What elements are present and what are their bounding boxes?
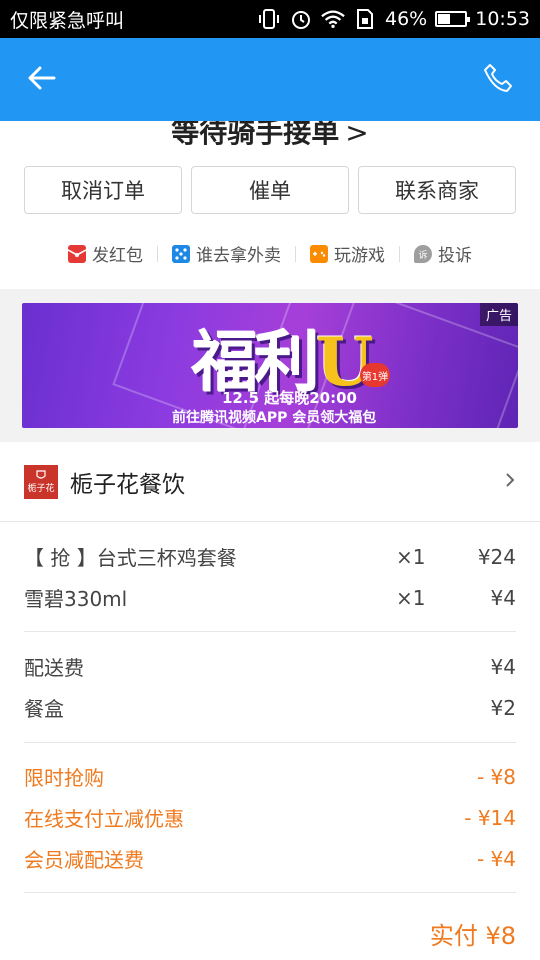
send-red-envelope-action[interactable]: 发红包: [54, 241, 157, 266]
order-detail-card: 栀子花 栀子花餐饮 【 抢 】台式三杯鸡套餐 ×1 ¥24 雪碧330ml ×1…: [0, 442, 540, 960]
discount-name: 限时抢购: [24, 766, 104, 790]
ad-tag: 广告: [479, 303, 518, 326]
chevron-right-icon: [504, 470, 516, 494]
complaint-icon: 诉: [414, 244, 432, 263]
discount-name: 会员减配送费: [24, 848, 144, 872]
fee-name: 配送费: [24, 656, 84, 680]
carrier-text: 仅限紧急呼叫: [10, 9, 125, 32]
ad-episode-badge: 第1弹: [360, 363, 390, 387]
vibrate-icon: [257, 7, 281, 31]
divider: [24, 892, 516, 893]
ad-subtitle: 前往腾讯视频APP 会员领大福包: [172, 410, 377, 426]
action-label: 谁去拿外卖: [196, 246, 281, 266]
action-label: 发红包: [92, 246, 143, 266]
total-paid: 实付 ¥8: [429, 922, 516, 950]
divider: [24, 631, 516, 632]
list-item: 会员减配送费 - ¥4: [24, 838, 516, 879]
ad-date: 12.5 起每晚20:00: [222, 389, 357, 407]
item-qty: ×1: [396, 544, 426, 569]
contact-merchant-button[interactable]: 联系商家: [358, 166, 516, 214]
cancel-order-button[interactable]: 取消订单: [24, 166, 182, 214]
discount-price: - ¥8: [476, 764, 516, 789]
svg-text:诉: 诉: [418, 249, 427, 261]
item-list: 【 抢 】台式三杯鸡套餐 ×1 ¥24 雪碧330ml ×1 ¥4: [24, 536, 516, 618]
wifi-icon: [321, 7, 345, 31]
discount-name: 在线支付立减优惠: [24, 807, 184, 831]
phone-icon[interactable]: [482, 62, 514, 94]
sim-icon: [353, 7, 377, 31]
red-envelope-icon: [67, 244, 87, 263]
order-status-title[interactable]: 等待骑手接单 >: [0, 121, 540, 151]
divider: [24, 742, 516, 743]
item-qty: ×1: [396, 585, 426, 610]
action-label: 投诉: [438, 246, 472, 266]
complaint-action[interactable]: 诉 投诉: [400, 241, 486, 266]
discount-price: - ¥4: [476, 846, 516, 871]
urge-order-button[interactable]: 催单: [191, 166, 349, 214]
ad-banner[interactable]: 广告 福利U 第1弹 12.5 起每晚20:00 前往腾讯视频APP 会员领大福…: [22, 303, 518, 428]
fee-name: 餐盒: [24, 697, 64, 721]
shop-logo-text: 栀子花: [27, 484, 55, 494]
action-label: 玩游戏: [334, 246, 385, 266]
dice-icon: [172, 244, 190, 263]
list-item: 在线支付立减优惠 - ¥14: [24, 797, 516, 838]
battery-icon: [435, 11, 471, 27]
order-status-card: 等待骑手接单 > 取消订单 催单 联系商家 发红包 谁去拿外卖 玩游戏 诉 投诉: [0, 121, 540, 289]
item-price: ¥24: [477, 544, 516, 569]
shop-row[interactable]: 栀子花 栀子花餐饮: [0, 442, 540, 522]
app-bar: [0, 38, 540, 121]
fee-list: 配送费 ¥4 餐盒 ¥2: [24, 646, 516, 728]
gamepad-icon: [310, 244, 328, 263]
fee-price: ¥2: [490, 695, 516, 720]
list-item: 雪碧330ml ×1 ¥4: [24, 577, 516, 618]
shop-name: 栀子花餐饮: [70, 471, 185, 498]
order-action-buttons: 取消订单 催单 联系商家: [24, 166, 516, 214]
alarm-icon: [289, 7, 313, 31]
clock: 10:53: [475, 8, 530, 30]
chevron-right-icon: >: [345, 121, 369, 149]
who-picks-up-action[interactable]: 谁去拿外卖: [158, 241, 295, 266]
shop-logo: 栀子花: [24, 464, 58, 499]
quick-actions: 发红包 谁去拿外卖 玩游戏 诉 投诉: [0, 241, 540, 266]
item-name: 雪碧330ml: [24, 587, 128, 611]
play-game-action[interactable]: 玩游戏: [296, 241, 399, 266]
arrow-left-icon[interactable]: [26, 62, 58, 94]
list-item: 配送费 ¥4: [24, 646, 516, 687]
list-item: 餐盒 ¥2: [24, 687, 516, 728]
list-item: 【 抢 】台式三杯鸡套餐 ×1 ¥24: [24, 536, 516, 577]
list-item: 限时抢购 - ¥8: [24, 756, 516, 797]
discount-list: 限时抢购 - ¥8 在线支付立减优惠 - ¥14 会员减配送费 - ¥4: [24, 756, 516, 879]
battery-percent: 46%: [385, 8, 428, 30]
status-bar: 仅限紧急呼叫 46% 10:53: [0, 0, 540, 38]
order-status-text: 等待骑手接单: [171, 121, 340, 149]
item-name: 【 抢 】台式三杯鸡套餐: [24, 546, 237, 570]
discount-price: - ¥14: [464, 805, 516, 830]
item-price: ¥4: [490, 585, 516, 610]
fee-price: ¥4: [490, 654, 516, 679]
